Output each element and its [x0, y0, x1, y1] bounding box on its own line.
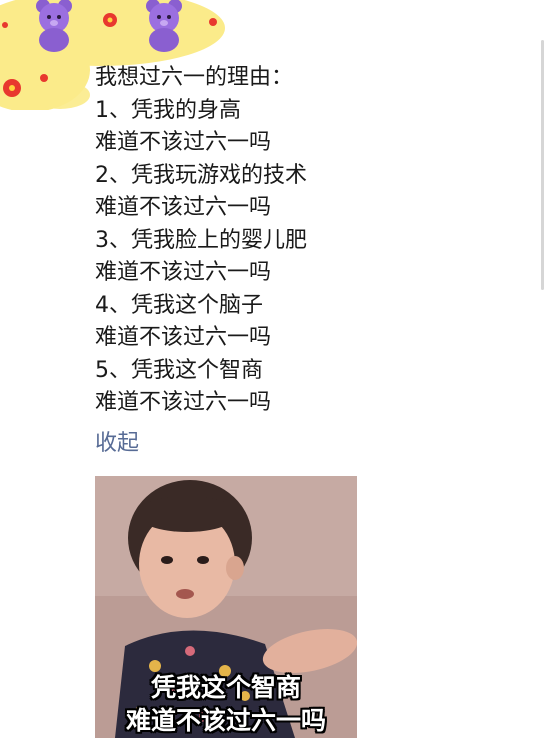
flower-icon — [2, 22, 8, 28]
post-line: 5、凭我这个智商 — [95, 357, 263, 383]
post-line-title: 我想过六一的理由： — [95, 65, 294, 90]
post-line: 3、凭我脸上的婴儿肥 — [95, 227, 307, 253]
meme-caption-line2: 难道不该过六一吗 — [125, 706, 326, 735]
post-line: 难道不该过六一吗 — [95, 195, 272, 220]
flower-icon — [3, 79, 21, 97]
flower-icon — [40, 74, 48, 82]
post-line: 2、凭我玩游戏的技术 — [95, 162, 307, 188]
scrollbar[interactable] — [541, 40, 544, 290]
meme-image[interactable]: 凭我这个智商 难道不该过六一吗 — [95, 476, 357, 738]
bear-icon — [36, 0, 72, 52]
post-line: 难道不该过六一吗 — [95, 325, 272, 350]
post-line: 4、凭我这个脑子 — [95, 292, 263, 318]
post-line: 难道不该过六一吗 — [95, 390, 272, 415]
bear-icon — [146, 0, 182, 52]
flower-icon — [103, 13, 117, 27]
meme-caption-line1: 凭我这个智商 — [150, 673, 301, 702]
post-line: 1、凭我的身高 — [95, 97, 241, 123]
flower-icon — [209, 18, 217, 26]
post-line: 难道不该过六一吗 — [95, 260, 272, 285]
post-line: 难道不该过六一吗 — [95, 130, 272, 155]
collapse-link[interactable]: 收起 — [95, 428, 139, 460]
post-text: 我想过六一的理由： 1、凭我的身高 难道不该过六一吗 2、凭我玩游戏的技术 难道… — [95, 62, 495, 420]
